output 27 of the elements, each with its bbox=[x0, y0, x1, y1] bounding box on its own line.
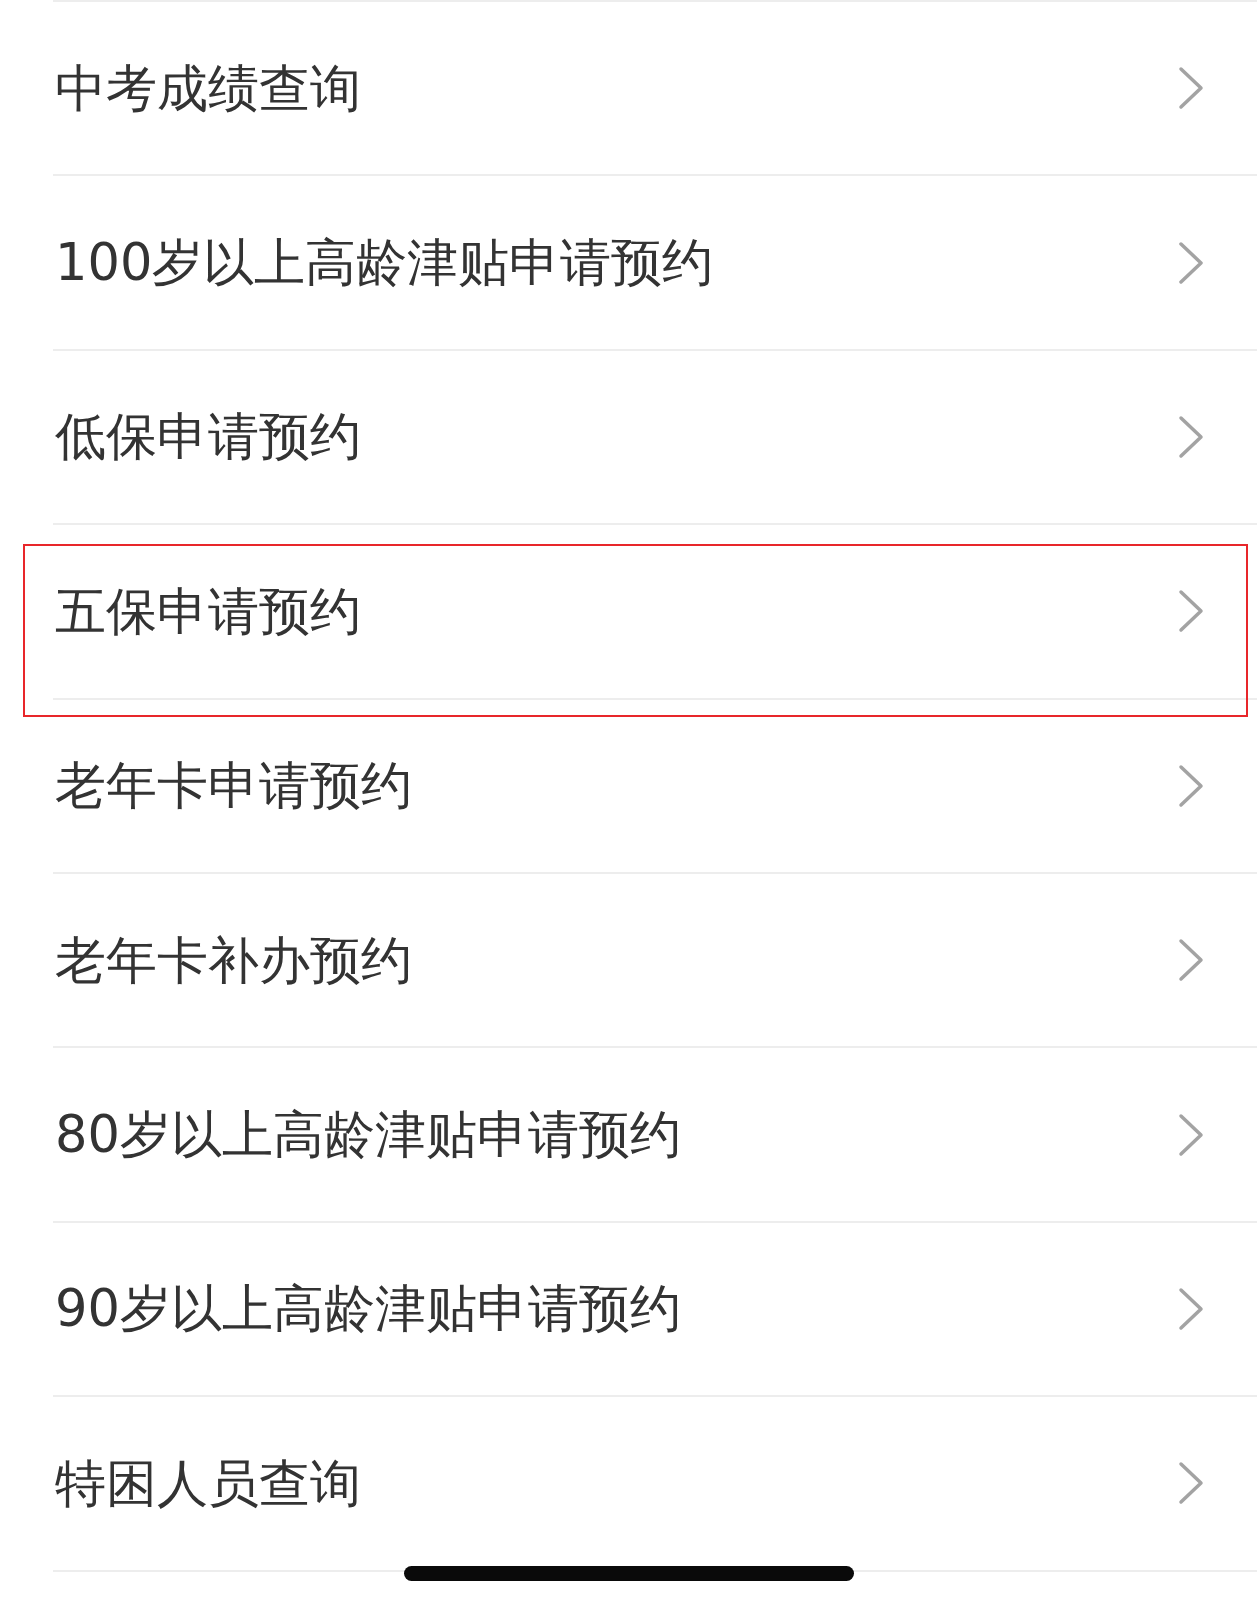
list-item[interactable]: 中考成绩查询 bbox=[53, 2, 1257, 177]
chevron-right-icon bbox=[1178, 1461, 1204, 1506]
list-item[interactable]: 80岁以上高龄津贴申请预约 bbox=[53, 1048, 1257, 1223]
item-label: 老年卡补办预约 bbox=[55, 929, 412, 991]
item-label: 80岁以上高龄津贴申请预约 bbox=[55, 1103, 681, 1166]
list-item[interactable]: 老年卡申请预约 bbox=[53, 699, 1257, 874]
list-item[interactable]: 五保申请预约 bbox=[53, 525, 1257, 700]
item-label: 老年卡申请预约 bbox=[55, 755, 412, 817]
item-label: 特困人员查询 bbox=[55, 1452, 361, 1514]
chevron-right-icon bbox=[1178, 763, 1204, 808]
chevron-right-icon bbox=[1178, 1286, 1204, 1331]
item-label: 中考成绩查询 bbox=[55, 57, 361, 119]
list-item[interactable]: 低保申请预约 bbox=[53, 350, 1257, 526]
chevron-right-icon bbox=[1178, 1112, 1204, 1157]
item-label: 90岁以上高龄津贴申请预约 bbox=[55, 1278, 681, 1340]
list-item[interactable]: 老年卡补办预约 bbox=[53, 873, 1257, 1049]
chevron-right-icon bbox=[1178, 589, 1204, 634]
chevron-right-icon bbox=[1178, 414, 1204, 459]
item-label: 100岁以上高龄津贴申请预约 bbox=[55, 232, 714, 294]
item-label: 五保申请预约 bbox=[55, 580, 361, 642]
list-item[interactable]: 100岁以上高龄津贴申请预约 bbox=[53, 176, 1257, 351]
chevron-right-icon bbox=[1178, 240, 1204, 285]
home-indicator-bar[interactable] bbox=[403, 1566, 854, 1581]
chevron-right-icon bbox=[1178, 66, 1204, 111]
item-label: 低保申请预约 bbox=[55, 406, 361, 468]
chevron-right-icon bbox=[1178, 938, 1204, 983]
list-item[interactable]: 90岁以上高龄津贴申请预约 bbox=[53, 1222, 1257, 1398]
